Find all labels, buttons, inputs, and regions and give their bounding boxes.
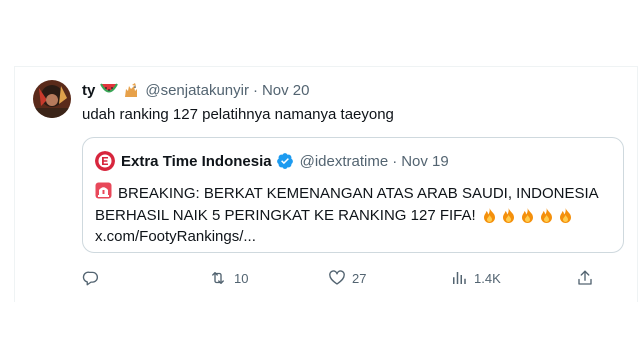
author-name[interactable]: ty xyxy=(82,82,95,99)
reply-button[interactable] xyxy=(82,266,106,290)
retweet-count: 10 xyxy=(234,270,249,286)
quote-avatar[interactable] xyxy=(95,151,115,171)
separator-dot: · xyxy=(252,81,258,99)
reply-icon xyxy=(82,271,98,286)
quote-header: Extra Time Indonesia @idextratime · Nov … xyxy=(95,150,449,172)
fire-icon xyxy=(521,208,533,223)
retweet-button[interactable]: 10 xyxy=(208,266,248,290)
quote-author-name[interactable]: Extra Time Indonesia xyxy=(121,153,272,170)
views-count: 1.4K xyxy=(474,270,501,286)
quote-line-3: x.com/FootyRankings/... xyxy=(95,226,615,247)
avatar[interactable] xyxy=(33,80,71,118)
fire-icon xyxy=(559,208,571,223)
siren-icon xyxy=(95,182,112,205)
quote-author-handle[interactable]: @idextratime xyxy=(300,153,389,170)
quote-text-line-1: BREAKING: BERKAT KEMENANGAN ATAS ARAB SA… xyxy=(118,185,599,202)
quoted-tweet[interactable]: Extra Time Indonesia @idextratime · Nov … xyxy=(82,137,624,253)
quote-separator-dot: · xyxy=(392,152,398,170)
tweet-header: ty @senjatakunyir · Nov 20 xyxy=(82,80,309,100)
views-chart-icon xyxy=(453,272,466,284)
quote-line-1: BREAKING: BERKAT KEMENANGAN ATAS ARAB SA… xyxy=(95,182,615,205)
share-button[interactable] xyxy=(576,266,600,290)
tweet-text: udah ranking 127 pelatihnya namanya taey… xyxy=(82,106,394,123)
action-bar: 10 27 1.4K xyxy=(82,266,602,290)
quote-text: BREAKING: BERKAT KEMENANGAN ATAS ARAB SA… xyxy=(95,182,615,247)
quote-line-2: BERHASIL NAIK 5 PERINGKAT KE RANKING 127… xyxy=(95,205,615,226)
views-button[interactable]: 1.4K xyxy=(450,266,501,290)
quote-date[interactable]: Nov 19 xyxy=(401,153,449,170)
quote-text-line-2: BERHASIL NAIK 5 PERINGKAT KE RANKING 127… xyxy=(95,207,476,224)
quote-link[interactable]: x.com/FootyRankings/... xyxy=(95,226,256,247)
cat-icon xyxy=(123,82,139,98)
fire-icon xyxy=(483,208,495,223)
share-icon xyxy=(578,270,592,285)
author-handle[interactable]: @senjatakunyir xyxy=(145,82,249,99)
fire-icons xyxy=(481,207,574,224)
watermelon-icon xyxy=(100,83,119,97)
verified-badge-icon xyxy=(276,152,294,170)
fire-icon xyxy=(540,208,552,223)
like-count: 27 xyxy=(352,270,367,286)
tweet-date[interactable]: Nov 20 xyxy=(262,82,310,99)
heart-icon xyxy=(329,270,345,285)
fire-icon xyxy=(502,208,514,223)
retweet-icon xyxy=(212,272,224,284)
like-button[interactable]: 27 xyxy=(328,266,366,290)
